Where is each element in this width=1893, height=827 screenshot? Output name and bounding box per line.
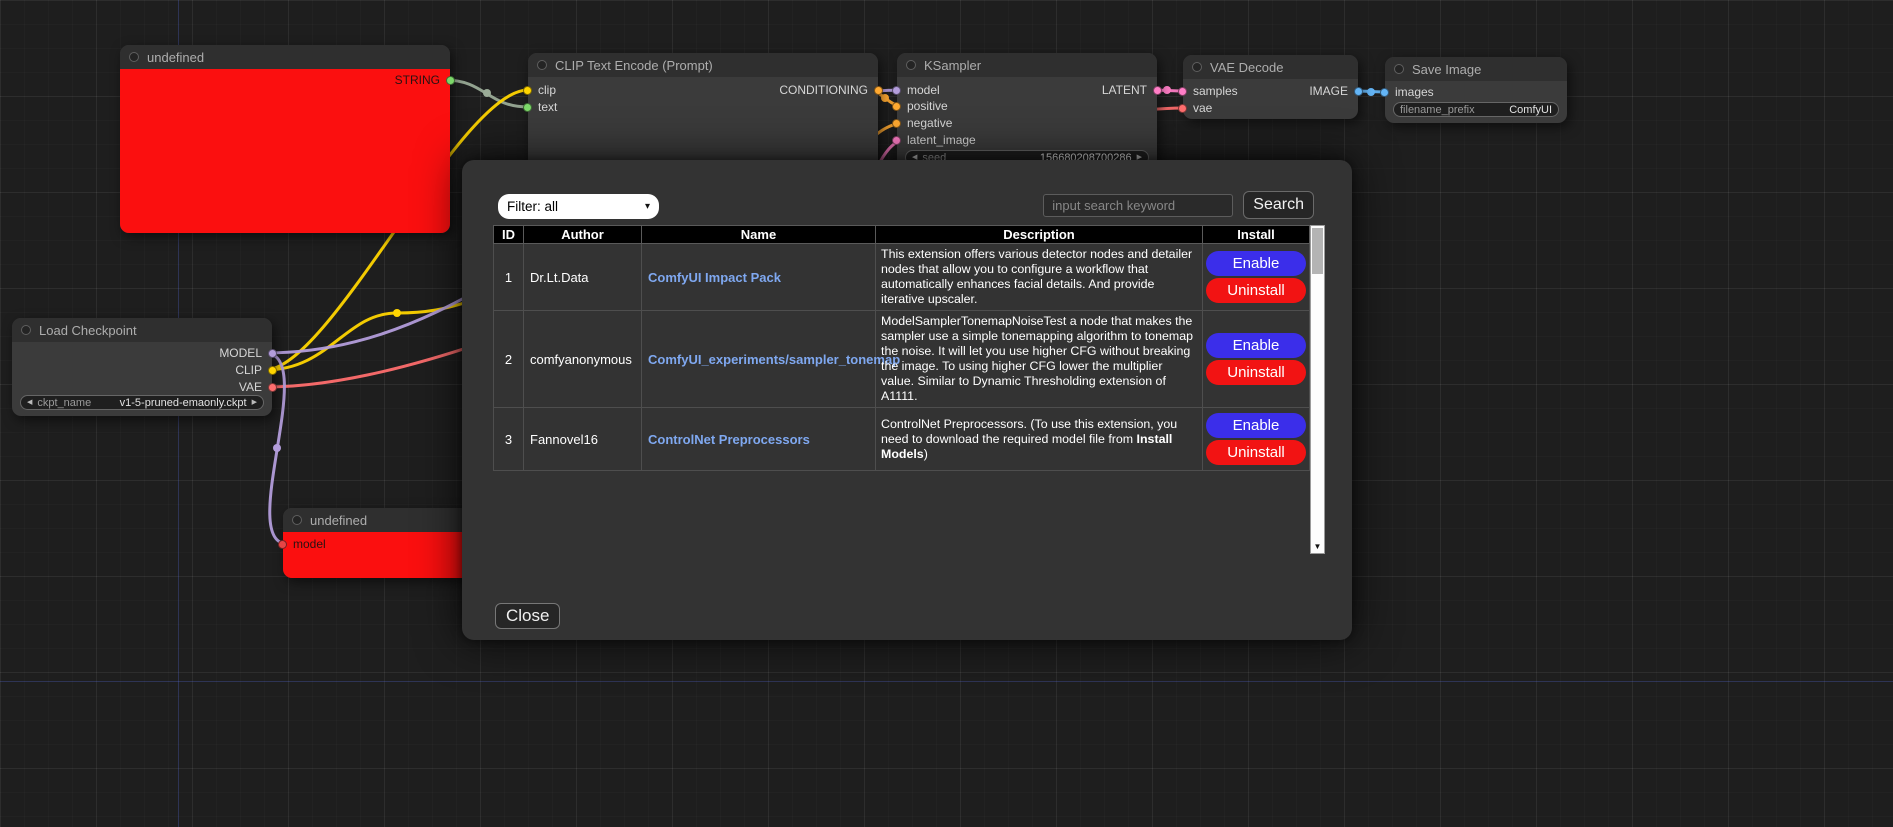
node-title: undefined <box>147 50 204 65</box>
table-header-row: ID Author Name Description Install <box>494 226 1310 244</box>
input-port-clip[interactable] <box>523 86 532 95</box>
input-port-model[interactable] <box>278 540 287 549</box>
extension-description: ModelSamplerTonemapNoiseTest a node that… <box>876 311 1203 408</box>
filename-prefix-widget[interactable]: filename_prefix ComfyUI <box>1393 102 1559 117</box>
extension-description: This extension offers various detector n… <box>876 244 1203 311</box>
output-port-vae[interactable] <box>268 383 277 392</box>
input-port-negative[interactable] <box>892 119 901 128</box>
wire-dot <box>483 89 491 97</box>
increment-arrow-icon[interactable]: ▶ <box>252 399 257 406</box>
filter-selected-value: Filter: all <box>507 199 558 214</box>
node-undefined-top[interactable]: undefined STRING <box>120 45 450 233</box>
filter-select[interactable]: Filter: all ▾ <box>498 194 659 219</box>
extension-author: comfyanonymous <box>524 311 642 408</box>
node-vae-decode[interactable]: VAE Decode samples vae IMAGE <box>1183 55 1358 119</box>
node-title: KSampler <box>924 58 981 73</box>
input-port-latent-image[interactable] <box>892 136 901 145</box>
extension-id: 2 <box>494 311 524 408</box>
enable-button[interactable]: Enable <box>1206 413 1306 438</box>
extension-row: 2comfyanonymous ComfyUI_experiments/sampl… <box>494 311 1310 408</box>
enable-button[interactable]: Enable <box>1206 251 1306 276</box>
custom-nodes-manager-dialog: Filter: all ▾ Search ID Author Name Desc… <box>462 160 1352 640</box>
node-load-checkpoint[interactable]: Load Checkpoint MODEL CLIP VAE ◀ ckpt_na… <box>12 318 272 416</box>
input-port-model[interactable] <box>892 86 901 95</box>
scrollbar-down-arrow-icon[interactable]: ▼ <box>1311 542 1324 552</box>
node-title: VAE Decode <box>1210 60 1283 75</box>
extension-install-cell: EnableUninstall <box>1203 244 1310 311</box>
extension-description: ControlNet Preprocessors. (To use this e… <box>876 408 1203 471</box>
search-group: Search <box>1043 191 1314 219</box>
output-port-clip[interactable] <box>268 366 277 375</box>
search-button[interactable]: Search <box>1243 191 1314 219</box>
output-port-model[interactable] <box>268 349 277 358</box>
node-collapse-dot[interactable] <box>537 60 547 70</box>
output-port-string[interactable] <box>446 76 455 85</box>
extension-link[interactable]: ControlNet Preprocessors <box>648 432 810 447</box>
canvas-axis-horizontal <box>0 681 1893 682</box>
extension-link[interactable]: ComfyUI_experiments/sampler_tonemap <box>648 352 900 367</box>
node-title: CLIP Text Encode (Prompt) <box>555 58 713 73</box>
output-port-conditioning[interactable] <box>874 86 883 95</box>
uninstall-button[interactable]: Uninstall <box>1206 278 1306 303</box>
scrollbar-thumb[interactable] <box>1312 228 1323 274</box>
wire-clip-to-hidden-node <box>265 298 490 370</box>
node-collapse-dot[interactable] <box>292 515 302 525</box>
input-port-vae[interactable] <box>1178 104 1187 113</box>
wire-dot <box>273 444 281 452</box>
node-collapse-dot[interactable] <box>906 60 916 70</box>
wire-dot <box>393 309 401 317</box>
extension-id: 1 <box>494 244 524 311</box>
col-header-install: Install <box>1203 226 1310 244</box>
output-port-latent[interactable] <box>1153 86 1162 95</box>
extension-row: 1Dr.Lt.Data ComfyUI Impact Pack This exten… <box>494 244 1310 311</box>
input-port-samples[interactable] <box>1178 87 1187 96</box>
close-button[interactable]: Close <box>495 603 560 629</box>
col-header-name: Name <box>642 226 876 244</box>
wire-dot <box>1367 88 1375 96</box>
node-collapse-dot[interactable] <box>21 325 31 335</box>
chevron-down-icon: ▾ <box>645 201 650 212</box>
node-collapse-dot[interactable] <box>1394 64 1404 74</box>
ckpt-name-widget[interactable]: ◀ ckpt_name v1-5-pruned-emaonly.ckpt ▶ <box>20 395 264 410</box>
decrement-arrow-icon[interactable]: ◀ <box>27 399 32 406</box>
wire-dot <box>1163 86 1171 94</box>
input-port-positive[interactable] <box>892 102 901 111</box>
uninstall-button[interactable]: Uninstall <box>1206 360 1306 385</box>
input-port-images[interactable] <box>1380 88 1389 97</box>
extensions-table-wrap: ID Author Name Description Install 1Dr.L… <box>493 225 1325 554</box>
node-collapse-dot[interactable] <box>1192 62 1202 72</box>
extension-author: Fannovel16 <box>524 408 642 471</box>
search-input[interactable] <box>1043 194 1233 217</box>
node-title: undefined <box>310 513 367 528</box>
extension-link[interactable]: ComfyUI Impact Pack <box>648 270 781 285</box>
wire-string-to-text <box>445 80 528 107</box>
extension-install-cell: EnableUninstall <box>1203 311 1310 408</box>
col-header-description: Description <box>876 226 1203 244</box>
input-port-text[interactable] <box>523 103 532 112</box>
enable-button[interactable]: Enable <box>1206 333 1306 358</box>
output-port-image[interactable] <box>1354 87 1363 96</box>
node-save-image[interactable]: Save Image images filename_prefix ComfyU… <box>1385 57 1567 123</box>
node-collapse-dot[interactable] <box>129 52 139 62</box>
extension-install-cell: EnableUninstall <box>1203 408 1310 471</box>
col-header-id: ID <box>494 226 524 244</box>
extensions-table: ID Author Name Description Install 1Dr.L… <box>493 225 1310 471</box>
extension-row: 3Fannovel16 ControlNet Preprocessors Contr… <box>494 408 1310 471</box>
col-header-author: Author <box>524 226 642 244</box>
extension-author: Dr.Lt.Data <box>524 244 642 311</box>
uninstall-button[interactable]: Uninstall <box>1206 440 1306 465</box>
extension-id: 3 <box>494 408 524 471</box>
node-title: Load Checkpoint <box>39 323 137 338</box>
node-title: Save Image <box>1412 62 1481 77</box>
table-scrollbar[interactable]: ▼ <box>1310 225 1325 554</box>
